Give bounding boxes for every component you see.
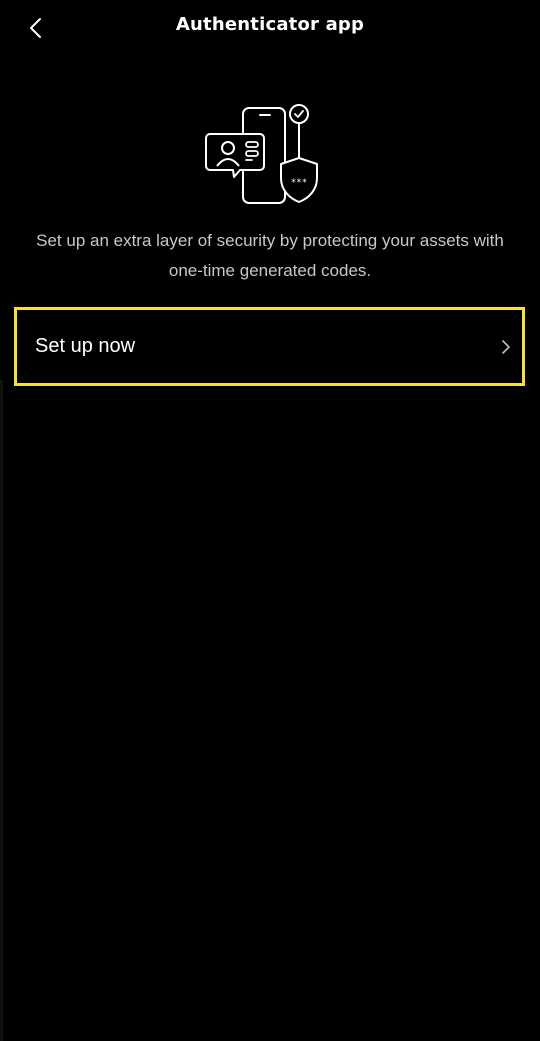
setup-now-button[interactable]: Set up now [14,307,525,386]
authenticator-illustration: *** [200,100,330,210]
header-bar: Authenticator app [0,0,540,56]
svg-text:***: *** [291,178,307,188]
setup-now-label: Set up now [35,335,136,357]
description-text: Set up an extra layer of security by pro… [36,231,504,280]
chevron-right-icon [500,339,512,355]
page-title: Authenticator app [175,14,365,35]
authenticator-app-screen: Authenticator app *** Set up an extra la… [0,0,540,1041]
screen-edge-divider [0,380,3,1041]
